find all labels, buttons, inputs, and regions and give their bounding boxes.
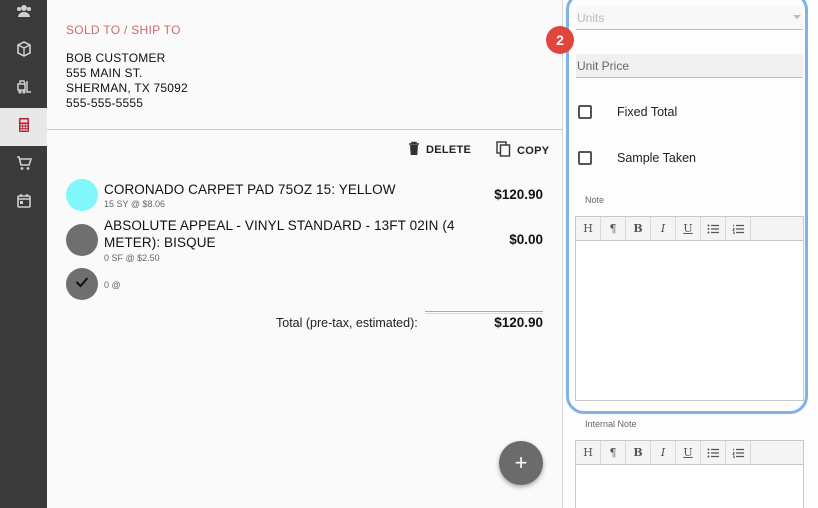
- note-label: Note: [585, 195, 605, 205]
- bullet-list-button[interactable]: [701, 217, 726, 240]
- box-icon: [15, 40, 33, 63]
- note-editor[interactable]: H ¶ B I U: [575, 216, 804, 401]
- customer-street: 555 MAIN ST.: [66, 66, 143, 80]
- item-select-toggle[interactable]: [66, 179, 98, 211]
- sidebar-item-products[interactable]: [0, 32, 47, 70]
- sidebar-item-warehouse[interactable]: [0, 70, 47, 108]
- underline-button[interactable]: U: [676, 441, 701, 464]
- calculator-icon: [15, 116, 33, 139]
- customer-name: BOB CUSTOMER: [66, 51, 166, 65]
- note-toolbar: H ¶ B I U: [576, 217, 803, 241]
- bold-button[interactable]: B: [626, 441, 651, 464]
- italic-button[interactable]: I: [651, 441, 676, 464]
- item-detail: 0 SF @ $2.50: [104, 253, 160, 263]
- sample-taken-label: Sample Taken: [617, 151, 696, 165]
- item-detail: 0 @: [104, 280, 121, 290]
- cart-icon: [15, 154, 33, 177]
- calendar-icon: [15, 192, 33, 215]
- sample-taken-checkbox[interactable]: [578, 151, 592, 165]
- paragraph-button[interactable]: ¶: [601, 441, 626, 464]
- internal-note-label: Internal Note: [585, 419, 637, 429]
- divider: [47, 129, 562, 130]
- item-select-toggle[interactable]: [66, 268, 98, 300]
- add-item-button[interactable]: +: [499, 441, 543, 485]
- total-value: $120.90: [494, 315, 543, 330]
- users-icon: [15, 2, 33, 25]
- trash-icon: [408, 141, 426, 159]
- copy-button[interactable]: COPY: [496, 141, 549, 160]
- check-icon: [75, 275, 89, 293]
- item-name-continued[interactable]: METER): BISQUE: [104, 234, 216, 251]
- step-badge: 2: [546, 26, 574, 54]
- numbered-list-button[interactable]: [726, 441, 751, 464]
- sold-to-heading: SOLD TO / SHIP TO: [66, 23, 181, 37]
- sidebar-item-calendar[interactable]: [0, 184, 47, 222]
- total-label: Total (pre-tax, estimated):: [276, 316, 418, 330]
- underline-button[interactable]: U: [676, 217, 701, 240]
- italic-button[interactable]: I: [651, 217, 676, 240]
- numbered-list-icon: [732, 224, 744, 234]
- delete-button[interactable]: DELETE: [408, 141, 471, 159]
- sidebar-item-orders[interactable]: [0, 146, 47, 184]
- item-detail: 15 SY @ $8.06: [104, 199, 166, 209]
- internal-note-editor[interactable]: H ¶ B I U: [575, 440, 804, 508]
- unit-price-input[interactable]: Unit Price: [576, 54, 803, 78]
- unit-price-placeholder: Unit Price: [577, 58, 630, 73]
- item-price: $120.90: [494, 187, 543, 202]
- bullet-list-icon: [707, 448, 719, 457]
- copy-icon: [496, 141, 517, 160]
- dropdown-caret-icon: [793, 15, 801, 19]
- sidebar: [0, 0, 47, 508]
- item-name[interactable]: CORONADO CARPET PAD 75OZ 15: YELLOW: [104, 181, 396, 198]
- sidebar-item-estimates[interactable]: [0, 108, 47, 146]
- item-name[interactable]: ABSOLUTE APPEAL - VINYL STANDARD - 13FT …: [104, 217, 455, 234]
- customer-phone: 555-555-5555: [66, 96, 144, 110]
- fixed-total-label: Fixed Total: [617, 105, 678, 119]
- bold-button[interactable]: B: [626, 217, 651, 240]
- heading-button[interactable]: H: [576, 217, 601, 240]
- sidebar-item-users[interactable]: [0, 0, 47, 32]
- delete-label: DELETE: [426, 144, 472, 156]
- paragraph-button[interactable]: ¶: [601, 217, 626, 240]
- internal-note-toolbar: H ¶ B I U: [576, 441, 803, 465]
- estimate-main: SOLD TO / SHIP TO BOB CUSTOMER 555 MAIN …: [47, 0, 562, 508]
- numbered-list-icon: [732, 448, 744, 458]
- heading-button[interactable]: H: [576, 441, 601, 464]
- customer-city: SHERMAN, TX 75092: [66, 81, 188, 95]
- bullet-list-button[interactable]: [701, 441, 726, 464]
- fixed-total-checkbox[interactable]: [578, 105, 592, 119]
- copy-label: COPY: [517, 144, 550, 157]
- forklift-icon: [15, 78, 33, 101]
- units-placeholder: Units: [577, 10, 605, 25]
- numbered-list-button[interactable]: [726, 217, 751, 240]
- bullet-list-icon: [707, 224, 719, 233]
- item-select-toggle[interactable]: [66, 224, 98, 256]
- total-rule: [425, 311, 543, 314]
- item-price: $0.00: [509, 232, 543, 247]
- units-select[interactable]: Units: [576, 6, 803, 30]
